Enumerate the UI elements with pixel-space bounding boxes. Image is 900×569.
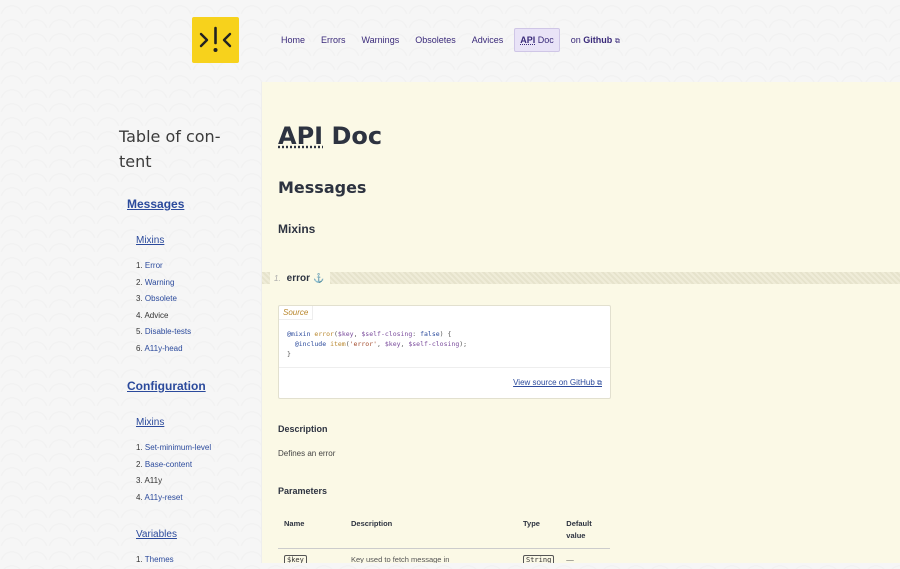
table-cell: Key used to fetch message in [351, 555, 450, 563]
param-name: $key [284, 555, 307, 563]
parameters-heading: Parameters [278, 486, 328, 496]
list-item: 3. Obsolete [136, 294, 177, 304]
toc-configuration[interactable]: Configuration [127, 379, 206, 393]
anchor-link-icon[interactable]: ⚓ [313, 273, 324, 284]
nav-errors[interactable]: Errors [316, 29, 351, 51]
table-cell: String [517, 549, 560, 563]
column-header: Name [278, 514, 345, 549]
toc-link-a11y-reset[interactable]: A11y-reset [144, 493, 182, 502]
logo-mark-icon [199, 26, 232, 52]
list-item: 5. Disable-tests [136, 327, 192, 337]
toc-link-obsolete[interactable]: Obsolete [145, 294, 177, 303]
column-header: Default value [560, 514, 610, 549]
toc-messages[interactable]: Messages [127, 197, 184, 211]
nav-warnings[interactable]: Warnings [357, 29, 405, 51]
list-item: 1. Set-minimum-level [136, 443, 212, 452]
list-item: 3. A11y [136, 476, 163, 486]
toc-messages-mixins[interactable]: Mixins [136, 235, 164, 246]
source-code: @mixin error($key, $self-closing: false)… [287, 330, 468, 358]
nav-api-rest: Doc [535, 35, 554, 45]
toc-link-set-minimum-level[interactable]: Set-minimum-level [145, 443, 211, 452]
main-content: API Doc Messages Mixins 1. error ⚓ Sourc… [261, 82, 900, 563]
toc-variables-list: 1. Themes [136, 552, 174, 569]
list-item: 4. A11y-reset [136, 492, 183, 502]
table-header-row: Name Description Type Default value [278, 514, 610, 549]
description-heading: Description [278, 424, 328, 434]
item-name: error [286, 272, 311, 284]
item-header-stripe [262, 272, 900, 284]
list-item: 2. Warning [136, 277, 175, 287]
description-text: Defines an error [278, 449, 336, 458]
table-cell: $key [278, 549, 345, 563]
nav-advices[interactable]: Advices [467, 29, 509, 51]
toc-messages-mixins-list: 1. Error 2. Warning 3. Obsolete 4. Advic… [136, 258, 191, 358]
source-tab[interactable]: Source [279, 306, 314, 320]
source-code-box: Source @mixin error($key, $self-closing:… [278, 305, 611, 399]
view-source-label: View source on GitHub [513, 378, 595, 387]
table-row: $key Key used to fetch message in String… [278, 549, 610, 563]
external-link-icon: ⧉ [614, 37, 620, 45]
subsection-heading: Mixins [278, 222, 316, 236]
section-heading: Messages [278, 178, 367, 197]
list-item: 1. Error [136, 261, 163, 270]
toc-link-error[interactable]: Error [145, 261, 163, 270]
toc-configuration-mixins[interactable]: Mixins [136, 417, 164, 428]
toc-link-advice[interactable]: Advice [144, 311, 168, 320]
list-item: 4. Advice [136, 310, 169, 320]
column-header: Description [345, 514, 517, 549]
page-title-abbr: API [278, 122, 324, 150]
column-header: Type [517, 514, 561, 549]
header: Home Errors Warnings Obsoletes Advices A… [0, 0, 900, 82]
nav-api-doc[interactable]: API Doc [514, 28, 560, 52]
page-title-rest: Doc [323, 122, 383, 150]
external-link-icon: ⧉ [597, 380, 602, 387]
toc-link-a11y-head[interactable]: A11y-head [144, 344, 182, 353]
nav-github[interactable]: on Github ⧉ [566, 29, 625, 52]
list-item: 1. Themes [136, 555, 174, 564]
nav-api-abbr: API [520, 35, 536, 45]
page-title: API Doc [278, 122, 382, 150]
param-type: String [523, 555, 555, 563]
item-number: 1. [274, 273, 281, 283]
sidebar-toc: Table of con-tent Messages Mixins 1. Err… [0, 82, 260, 564]
nav-home[interactable]: Home [276, 29, 310, 51]
logo[interactable] [192, 17, 239, 63]
item-label: 1. error ⚓ [270, 270, 331, 286]
nav-github-label: Github [583, 34, 613, 45]
view-source-link[interactable]: View source on GitHub ⧉ [513, 378, 602, 388]
toc-configuration-mixins-list: 1. Set-minimum-level 2. Base-content 3. … [136, 440, 211, 506]
nav-github-prefix: on [570, 34, 584, 45]
nav-obsoletes[interactable]: Obsoletes [410, 29, 461, 51]
parameters-table: Name Description Type Default value $key… [278, 514, 610, 563]
table-cell: — [566, 555, 574, 563]
toc-link-base-content[interactable]: Base-content [145, 460, 192, 469]
toc-configuration-variables[interactable]: Variables [136, 529, 177, 540]
toc-link-a11y[interactable]: A11y [144, 476, 162, 485]
toc-link-warning[interactable]: Warning [145, 278, 175, 287]
item-header: 1. error ⚓ [262, 270, 900, 286]
list-item: 6. A11y-head [136, 343, 183, 353]
main-nav: Home Errors Warnings Obsoletes Advices A… [276, 28, 631, 52]
toc-title: Table of con-tent [119, 127, 221, 171]
list-item: 2. Base-content [136, 459, 193, 469]
toc-link-disable-tests[interactable]: Disable-tests [145, 327, 191, 336]
divider [279, 367, 610, 368]
